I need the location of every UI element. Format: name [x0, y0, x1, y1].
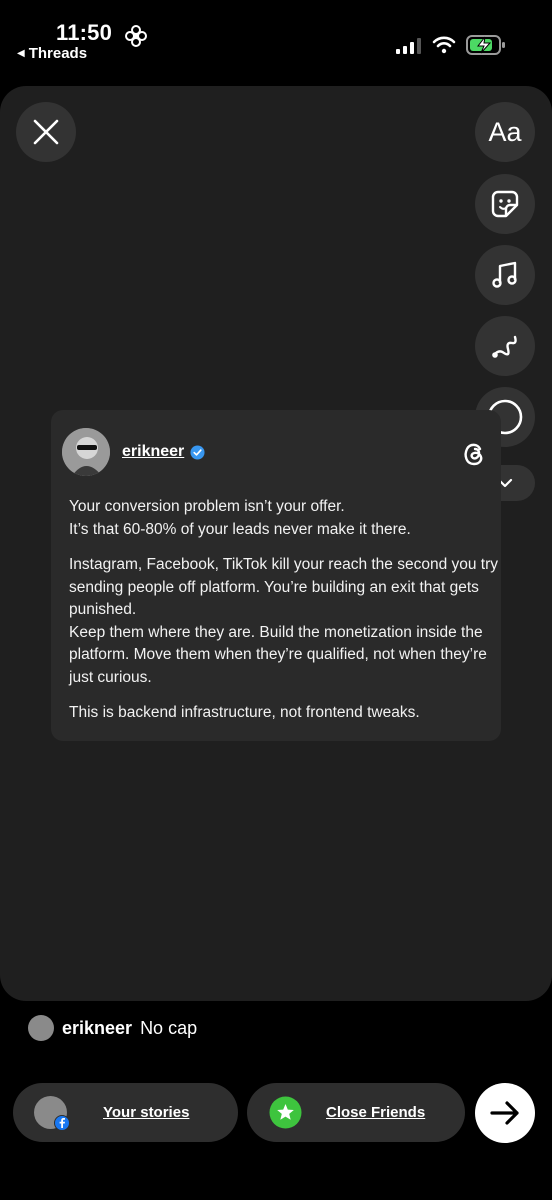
back-app-name: Threads	[28, 45, 88, 62]
close-friends-star-icon	[269, 1096, 302, 1129]
sticker-button[interactable]	[475, 174, 535, 234]
caption-username: erikneer	[62, 1017, 133, 1038]
draw-button[interactable]	[475, 316, 535, 376]
cellular-signal-icon	[396, 38, 421, 54]
profile-photo-icon	[62, 428, 110, 476]
post-line-3: This is backend infrastructure, not fron…	[69, 704, 420, 721]
back-triangle-icon: ◀	[17, 48, 25, 59]
post-line-1a: Your conversion problem isn’t your offer…	[69, 498, 411, 538]
facebook-icon	[54, 1115, 70, 1131]
close-friends-button[interactable]: Close Friends	[247, 1083, 465, 1142]
battery-charging-icon	[466, 35, 505, 55]
caption-avatar	[28, 1015, 54, 1041]
text-tool-button[interactable]: Aa	[475, 102, 535, 162]
post-paragraph-3: This is backend infrastructure, not fron…	[69, 702, 499, 725]
flower-icon	[125, 25, 147, 47]
post-username-text: erikneer	[122, 443, 185, 460]
threads-logo-icon	[464, 443, 483, 466]
arrow-right-icon	[490, 1101, 519, 1125]
post-paragraph-1: Your conversion problem isn’t your offer…	[69, 496, 499, 541]
music-note-icon	[492, 261, 517, 288]
music-button[interactable]	[475, 245, 535, 305]
close-icon	[33, 119, 59, 145]
verified-badge-icon	[190, 444, 205, 460]
your-stories-button[interactable]: Your stories	[13, 1083, 238, 1142]
close-button[interactable]	[16, 102, 76, 162]
post-username[interactable]: erikneer	[122, 443, 205, 461]
post-avatar	[62, 428, 110, 476]
squiggle-draw-icon	[492, 335, 517, 358]
your-stories-label: Your stories	[103, 1104, 190, 1121]
caption-text: No cap	[140, 1017, 198, 1038]
status-time: 11:50	[56, 20, 113, 45]
post-line-2: Instagram, Facebook, TikTok kill your re…	[69, 556, 499, 686]
close-friends-label: Close Friends	[326, 1104, 426, 1121]
post-paragraph-2: Instagram, Facebook, TikTok kill your re…	[69, 554, 499, 689]
sticker-icon	[491, 190, 519, 218]
story-editor-screen: 11:50 ◀ Threads Aa erikneer Your convers…	[0, 0, 552, 1200]
wifi-icon	[432, 36, 456, 54]
caption-row: erikneer No cap	[28, 1015, 197, 1041]
back-to-app-link[interactable]: ◀ Threads	[17, 45, 87, 62]
text-tool-label: Aa	[488, 116, 522, 147]
send-button[interactable]	[475, 1083, 535, 1143]
